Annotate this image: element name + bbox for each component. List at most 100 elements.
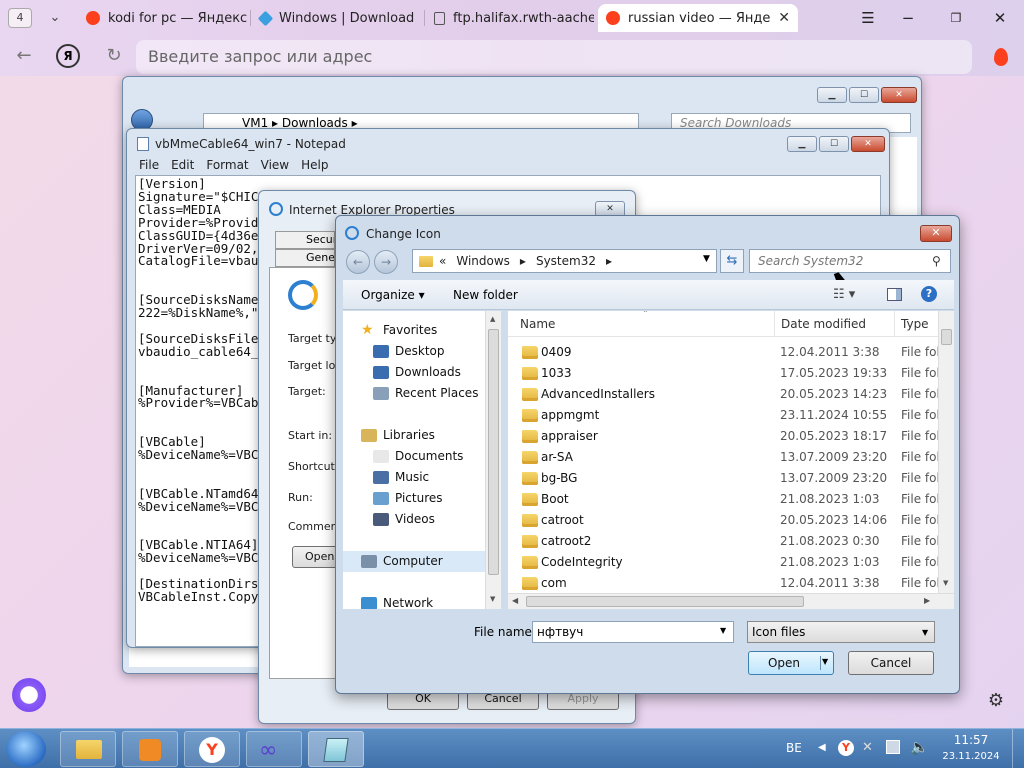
scroll-down-icon[interactable]: ▼: [490, 595, 495, 603]
notepad-minimize-button[interactable]: ▁: [787, 136, 817, 152]
browser-tab-4-active[interactable]: russian video — Яндек ✕: [598, 4, 798, 32]
menu-view[interactable]: View: [261, 158, 289, 172]
nav-item-documents[interactable]: Documents: [343, 446, 501, 467]
menu-edit[interactable]: Edit: [171, 158, 194, 172]
browser-tab-2[interactable]: Windows | Download: [252, 4, 422, 32]
restore-icon[interactable]: ❐: [936, 4, 976, 32]
tray-expand-icon[interactable]: ◀: [818, 742, 826, 753]
file-name-dropdown-icon[interactable]: ▼: [720, 626, 726, 635]
browser-tab-1[interactable]: kodi for pc — Яндекс: [78, 4, 248, 32]
nav-scroll-thumb[interactable]: [488, 329, 499, 575]
nav-item-network[interactable]: Network: [343, 593, 501, 609]
show-desktop-button[interactable]: [1012, 729, 1024, 768]
tray-flag-icon[interactable]: [886, 740, 900, 754]
start-button[interactable]: [6, 731, 46, 767]
taskbar-yandex-browser[interactable]: Y: [184, 731, 240, 767]
breadcrumb-windows[interactable]: Windows: [456, 254, 510, 268]
new-folder-button[interactable]: New folder: [453, 288, 518, 302]
browser-menu-icon[interactable]: ☰: [848, 4, 888, 32]
reload-icon[interactable]: ↻: [100, 44, 128, 68]
file-row[interactable]: catroot2 21.08.2023 0:30 File fol: [508, 531, 954, 552]
back-arrow-icon[interactable]: ←: [346, 250, 370, 274]
minimize-icon[interactable]: −: [888, 4, 928, 32]
dialog-close-button[interactable]: ✕: [920, 225, 952, 242]
file-row[interactable]: 0409 12.04.2011 3:38 File fol: [508, 342, 954, 363]
address-bar[interactable]: Введите запрос или адрес: [136, 40, 972, 74]
breadcrumb-chevron-icon[interactable]: ▸: [606, 254, 612, 268]
ie-tab-general[interactable]: Gene: [275, 249, 335, 267]
file-row[interactable]: 1033 17.05.2023 19:33 File fol: [508, 363, 954, 384]
nav-item-libraries[interactable]: Libraries: [343, 425, 501, 446]
clock-time[interactable]: 11:57: [940, 733, 1002, 747]
cancel-button[interactable]: Cancel: [848, 651, 934, 675]
file-row[interactable]: bg-BG 13.07.2009 23:20 File fol: [508, 468, 954, 489]
nav-item-pictures[interactable]: Pictures: [343, 488, 501, 509]
tab-close-icon[interactable]: ✕: [778, 10, 790, 26]
file-row[interactable]: Boot 21.08.2023 1:03 File fol: [508, 489, 954, 510]
scroll-down-icon[interactable]: ▼: [943, 579, 948, 587]
maximize-button[interactable]: ☐: [849, 87, 879, 103]
scroll-left-icon[interactable]: ◀: [512, 596, 518, 605]
file-row[interactable]: ar-SA 13.07.2009 23:20 File fol: [508, 447, 954, 468]
open-dropdown-icon[interactable]: ▼: [822, 657, 828, 666]
preview-pane-icon[interactable]: [887, 288, 902, 301]
tray-volume-icon[interactable]: 🔈: [910, 738, 929, 756]
back-icon[interactable]: ←: [10, 44, 38, 68]
nav-scrollbar[interactable]: ▲ ▼: [485, 311, 501, 609]
file-row[interactable]: appraiser 20.05.2023 18:17 File fol: [508, 426, 954, 447]
nav-item-music[interactable]: Music: [343, 467, 501, 488]
menu-help[interactable]: Help: [301, 158, 328, 172]
close-button[interactable]: ✕: [881, 87, 917, 103]
taskbar-notepad[interactable]: [308, 731, 364, 767]
scroll-right-icon[interactable]: ▶: [924, 596, 930, 605]
yandex-flame-icon[interactable]: [994, 48, 1008, 66]
help-icon[interactable]: ?: [921, 286, 937, 302]
clock-date[interactable]: 23.11.2024: [940, 751, 1002, 762]
menu-format[interactable]: Format: [206, 158, 248, 172]
file-type-dropdown-icon[interactable]: ▼: [922, 623, 928, 643]
file-row[interactable]: AdvancedInstallers 20.05.2023 14:23 File f…: [508, 384, 954, 405]
breadcrumb-chevron-icon[interactable]: ▸: [520, 254, 526, 268]
dialog-search-input[interactable]: Search System32: [749, 249, 951, 273]
taskbar-media-player[interactable]: [122, 731, 178, 767]
nav-item-downloads[interactable]: Downloads: [343, 362, 501, 383]
notepad-maximize-button[interactable]: ☐: [819, 136, 849, 152]
dialog-address-bar[interactable]: « Windows ▸ System32 ▸ ▼: [412, 249, 717, 273]
yandex-logo-icon[interactable]: Я: [56, 44, 80, 68]
alice-assistant-icon[interactable]: [12, 678, 46, 712]
browser-tab-3[interactable]: ftp.halifax.rwth-aache: [426, 4, 594, 32]
refresh-icon[interactable]: ⇆: [720, 249, 744, 273]
view-options-icon[interactable]: ☷ ▾: [833, 287, 855, 302]
files-hscrollbar[interactable]: ◀ ▶: [508, 593, 954, 609]
breadcrumb-overflow[interactable]: «: [439, 254, 446, 268]
files-vscroll-thumb[interactable]: [941, 329, 952, 345]
file-row[interactable]: appmgmt 23.11.2024 10:55 File fol: [508, 405, 954, 426]
file-type-select[interactable]: Icon files ▼: [747, 621, 935, 643]
files-vscrollbar[interactable]: ▼: [938, 311, 954, 593]
ie-tab-security[interactable]: Securi: [275, 231, 335, 249]
column-type[interactable]: Type: [901, 317, 929, 331]
taskbar-explorer[interactable]: [60, 731, 116, 767]
notepad-close-button[interactable]: ✕: [851, 136, 885, 152]
organize-button[interactable]: Organize ▾: [361, 288, 425, 302]
search-icon[interactable]: ⚲: [932, 254, 941, 268]
nav-item-videos[interactable]: Videos: [343, 509, 501, 530]
nav-item-desktop[interactable]: Desktop: [343, 341, 501, 362]
forward-arrow-icon[interactable]: →: [374, 250, 398, 274]
tab-counter[interactable]: 4: [8, 8, 32, 28]
file-row[interactable]: CodeIntegrity 21.08.2023 1:03 File fol: [508, 552, 954, 573]
taskbar-app-infinity[interactable]: ∞: [246, 731, 302, 767]
minimize-button[interactable]: ▁: [817, 87, 847, 103]
tabs-menu-chevron-icon[interactable]: ⌄: [42, 6, 68, 30]
nav-item-favorites[interactable]: ★ Favorites: [343, 320, 501, 341]
column-date-modified[interactable]: Date modified: [781, 317, 866, 331]
menu-file[interactable]: File: [139, 158, 159, 172]
nav-item-computer[interactable]: Computer: [343, 551, 501, 572]
file-row[interactable]: catroot 20.05.2023 14:06 File fol: [508, 510, 954, 531]
scroll-up-icon[interactable]: ▲: [490, 315, 495, 323]
file-name-input[interactable]: нфтвуч ▼: [532, 621, 734, 643]
settings-sliders-icon[interactable]: ⚙: [984, 690, 1008, 714]
column-name[interactable]: Name: [520, 317, 555, 331]
breadcrumb-system32[interactable]: System32: [536, 254, 596, 268]
files-hscroll-thumb[interactable]: [526, 596, 804, 607]
